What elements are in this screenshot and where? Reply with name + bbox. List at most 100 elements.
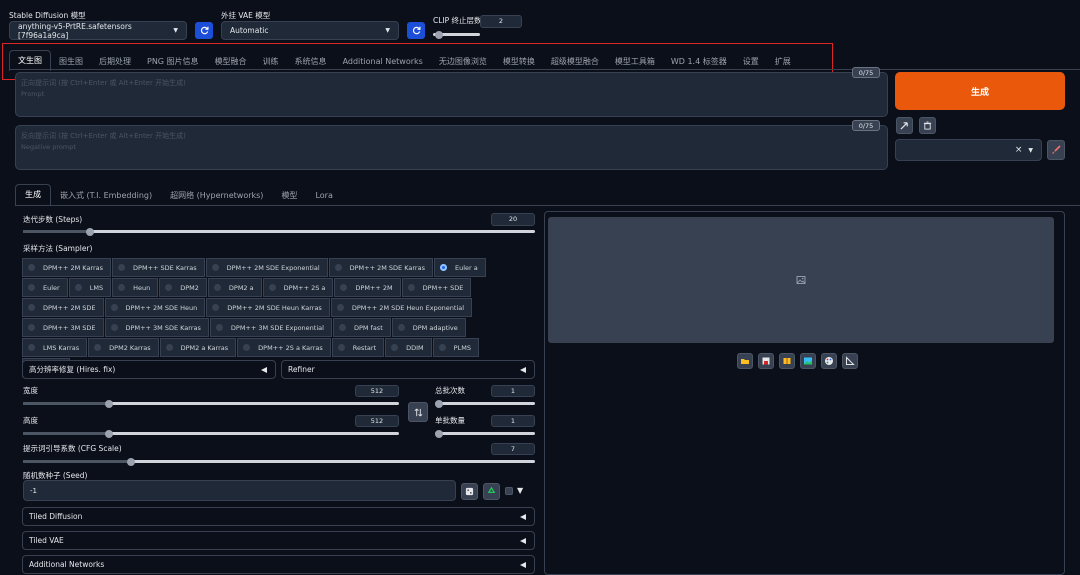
sampler-option[interactable]: DPM++ 2S a (262, 278, 334, 297)
steps-value[interactable]: 20 (491, 213, 535, 226)
sampler-option-label: DPM++ 2M SDE (43, 303, 96, 312)
sampler-option[interactable]: DPM++ 2M SDE Heun (104, 298, 206, 317)
slider-knob[interactable] (435, 399, 443, 408)
styles-select[interactable]: × ▼ (895, 139, 1042, 161)
send-to-img2img-button[interactable] (800, 353, 816, 369)
tiled-diffusion-accordion[interactable]: Tiled Diffusion (22, 507, 535, 526)
cfg-slider[interactable] (23, 457, 535, 466)
negative-prompt-input[interactable]: 反向提示词 (按 Ctrl+Enter 或 Alt+Enter 开始生成) Ne… (15, 125, 888, 170)
save-icon (762, 357, 770, 365)
trash-icon (923, 121, 932, 130)
clip-slider-knob[interactable] (435, 30, 443, 39)
sampler-option[interactable]: DPM++ 2M SDE Heun Karras (206, 298, 330, 317)
additional-networks-accordion[interactable]: Additional Networks (22, 555, 535, 574)
sampler-option[interactable]: DPM++ 3M SDE Exponential (209, 318, 332, 337)
swap-dimensions-button[interactable] (408, 402, 428, 422)
sampler-option-label: Euler a (454, 263, 478, 272)
height-value[interactable]: 512 (355, 415, 399, 427)
folder-icon (741, 359, 749, 364)
sampler-option[interactable]: DPM++ SDE Karras (112, 258, 205, 277)
edit-styles-button[interactable] (1047, 140, 1065, 160)
model-select[interactable]: anything-v5-PrtRE.safetensors [7f96a1a9c… (9, 21, 187, 40)
hires-fix-accordion[interactable]: 高分辨率修复 (Hires. fix) (22, 360, 276, 379)
refresh-vae-button[interactable] (407, 22, 425, 39)
tiled-vae-accordion[interactable]: Tiled VAE (22, 531, 535, 550)
positive-prompt-placeholder-en: Prompt (21, 90, 45, 98)
slider-knob[interactable] (435, 429, 443, 438)
sampler-option[interactable]: DPM++ 3M SDE (22, 318, 104, 337)
slider-knob[interactable] (105, 429, 114, 438)
width-value[interactable]: 512 (355, 385, 399, 397)
sampler-option[interactable]: PLMS (432, 338, 479, 357)
subtab-4[interactable]: Lora (306, 187, 341, 205)
send-to-inpaint-button[interactable] (821, 353, 837, 369)
sampler-option[interactable]: Restart (331, 338, 385, 357)
sampler-option[interactable]: DPM++ 2M SDE Exponential (205, 258, 328, 277)
batch-count-slider[interactable] (435, 399, 535, 408)
sampler-option[interactable]: DPM2 Karras (88, 338, 159, 357)
seed-input[interactable]: -1 (23, 480, 456, 501)
sampler-option[interactable]: DPM2 a Karras (159, 338, 237, 357)
sampler-option[interactable]: DPM adaptive (391, 318, 466, 337)
sampler-option[interactable]: Euler (22, 278, 68, 297)
sampler-option[interactable]: DPM2 a (207, 278, 262, 297)
sampler-option[interactable]: DPM++ 2M Karras (22, 258, 112, 277)
send-to-extras-button[interactable] (842, 353, 858, 369)
sampler-option[interactable]: LMS Karras (22, 338, 88, 357)
sampler-option[interactable]: Euler a (433, 258, 486, 277)
slider-knob[interactable] (105, 399, 114, 408)
read-params-button[interactable] (896, 117, 913, 134)
sampler-option[interactable]: DPM++ 2M SDE (22, 298, 104, 317)
positive-prompt-input[interactable]: 正向提示词 (按 Ctrl+Enter 或 Alt+Enter 开始生成) Pr… (15, 72, 888, 117)
batch-size-value[interactable]: 1 (491, 415, 535, 427)
radio-icon (118, 264, 126, 271)
batch-count-value[interactable]: 1 (491, 385, 535, 397)
sampler-option[interactable]: Heun (112, 278, 159, 297)
reuse-seed-button[interactable] (483, 483, 500, 500)
radio-icon (211, 264, 219, 271)
save-button[interactable] (758, 353, 774, 369)
sampler-option[interactable]: DPM2 (159, 278, 207, 297)
expand-icon[interactable]: ▼ (517, 486, 523, 495)
width-slider[interactable] (23, 399, 399, 408)
subtab-3[interactable]: 模型 (272, 187, 306, 205)
trash-button[interactable] (919, 117, 936, 134)
cfg-value[interactable]: 7 (491, 443, 535, 455)
slider-knob[interactable] (126, 457, 135, 466)
output-gallery[interactable] (548, 217, 1054, 343)
generate-button[interactable]: 生成 (895, 72, 1065, 110)
sampler-option[interactable]: DPM++ 3M SDE Karras (104, 318, 209, 337)
sampler-option[interactable]: DPM++ SDE (401, 278, 472, 297)
height-slider[interactable] (23, 429, 399, 438)
radio-icon (94, 344, 102, 351)
subtab-1[interactable]: 嵌入式 (T.I. Embedding) (51, 187, 161, 205)
batch-size-slider[interactable] (435, 429, 535, 438)
clip-value[interactable]: 2 (480, 15, 522, 28)
slider-knob[interactable] (85, 227, 94, 236)
sampler-option[interactable]: DPM++ 2M (334, 278, 401, 297)
sampler-option[interactable]: DPM++ 2S a Karras (237, 338, 331, 357)
sampler-option[interactable]: LMS (68, 278, 112, 297)
radio-icon (165, 344, 173, 351)
slider-fill (23, 460, 131, 463)
random-seed-button[interactable] (461, 483, 478, 500)
subtab-0[interactable]: 生成 (15, 184, 51, 205)
sampler-option[interactable]: DPM++ 2M SDE Karras (328, 258, 433, 277)
clip-slider[interactable] (433, 30, 480, 39)
open-folder-button[interactable] (737, 353, 753, 369)
refiner-accordion[interactable]: Refiner (281, 360, 535, 379)
tab-0[interactable]: 文生图 (9, 50, 51, 71)
sampler-option-label: DPM++ 2M SDE Heun Exponential (351, 303, 465, 312)
positive-token-count: 0/75 (852, 67, 880, 78)
refresh-model-button[interactable] (195, 22, 213, 39)
subtab-2[interactable]: 超网络 (Hypernetworks) (161, 187, 272, 205)
sampler-option[interactable]: DPM++ 2M SDE Heun Exponential (330, 298, 473, 317)
steps-slider[interactable] (23, 227, 535, 236)
collapse-icon (520, 366, 526, 373)
zip-button[interactable] (779, 353, 795, 369)
sampler-option[interactable]: DPM fast (332, 318, 391, 337)
clear-icon[interactable]: × (1015, 145, 1023, 155)
vae-select[interactable]: Automatic ▼ (221, 21, 399, 40)
sampler-option[interactable]: DDIM (385, 338, 432, 357)
extra-seed-checkbox[interactable] (505, 487, 513, 495)
